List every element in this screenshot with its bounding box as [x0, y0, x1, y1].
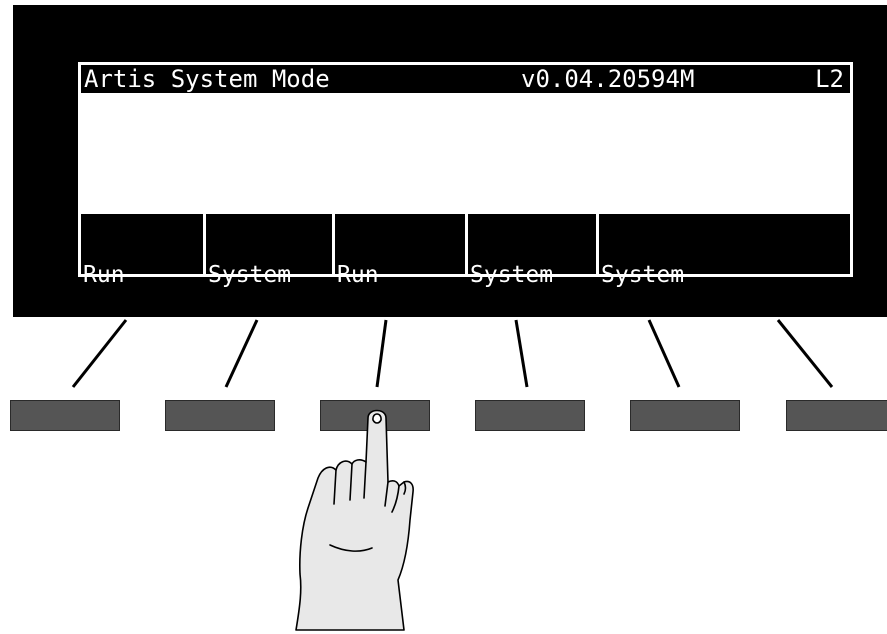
finger-pointing-icon: [295, 409, 414, 631]
